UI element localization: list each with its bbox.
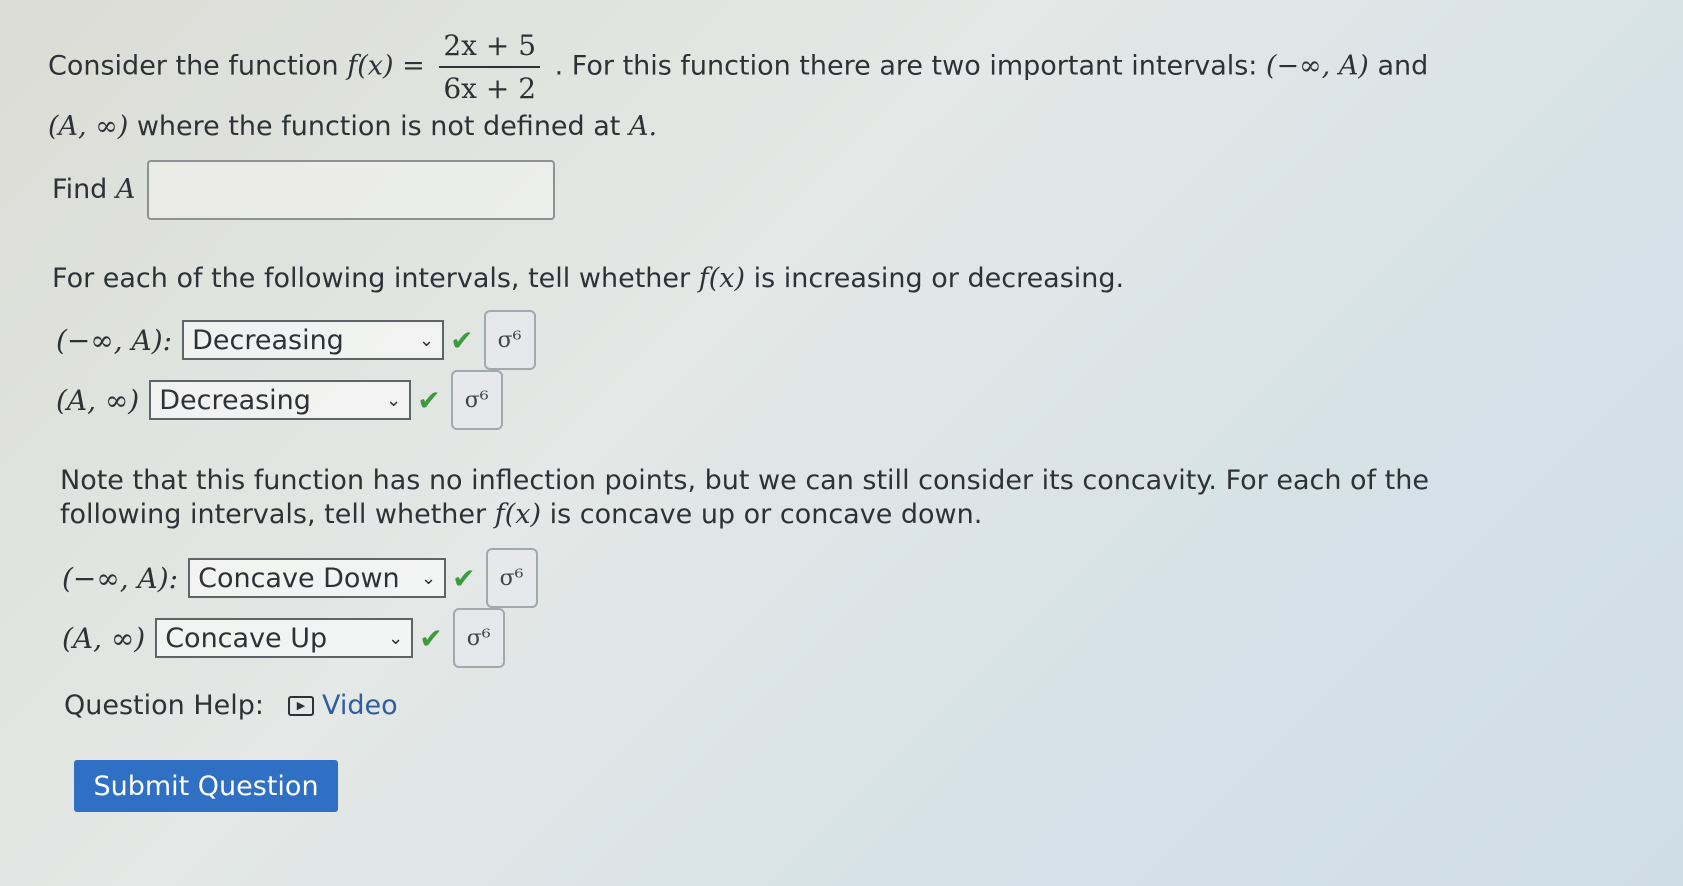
increasing-instruction: For each of the following intervals, tel… xyxy=(52,262,1124,296)
check-icon: ✔ xyxy=(452,561,476,595)
check-icon: ✔ xyxy=(417,383,441,417)
select-value: Decreasing xyxy=(159,384,311,416)
concavity-select-1[interactable]: Concave Down ⌄ xyxy=(188,558,447,598)
video-play-icon: ▶ xyxy=(288,695,314,716)
statement-prefix: Consider the function xyxy=(48,50,339,82)
concavity-line-2: following intervals, tell whether f(x) i… xyxy=(60,498,1620,532)
increasing-row-1: (−∞, A): Decreasing ⌄ ✔ σ⁶ xyxy=(56,310,536,370)
video-label: Video xyxy=(322,690,398,721)
concavity-select-2[interactable]: Concave Up ⌄ xyxy=(155,618,414,658)
function-fraction: 2x + 5 6x + 2 xyxy=(439,28,541,106)
concavity-line-2-post: is concave up or concave down. xyxy=(549,498,983,530)
increasing-instruction-pre: For each of the following intervals, tel… xyxy=(52,263,691,294)
find-variable: A xyxy=(115,174,136,206)
monotonic-select-2[interactable]: Decreasing ⌄ xyxy=(149,380,412,420)
graph-button[interactable]: σ⁶ xyxy=(450,370,503,430)
graph-button[interactable]: σ⁶ xyxy=(485,548,538,608)
function-notation: f(x) = xyxy=(347,50,425,82)
statement-line-2: (A, ∞) where the function is not defined… xyxy=(48,110,1588,144)
statement-suffix: where the function is not defined at xyxy=(136,111,621,142)
video-link[interactable]: ▶ Video xyxy=(288,690,398,721)
select-value: Concave Down xyxy=(198,562,400,594)
interval-label: (−∞, A): xyxy=(56,323,173,357)
increasing-fx: f(x) xyxy=(698,263,745,294)
submit-question-button[interactable]: Submit Question xyxy=(74,760,338,812)
help-label: Question Help: xyxy=(64,690,264,721)
sigma-icon: σ⁶ xyxy=(464,387,489,413)
chevron-down-icon: ⌄ xyxy=(421,567,437,589)
chevron-down-icon: ⌄ xyxy=(419,329,435,351)
statement-A: A. xyxy=(628,111,658,142)
sigma-icon: σ⁶ xyxy=(499,565,524,591)
statement-and: and xyxy=(1377,50,1429,82)
problem-statement: Consider the function f(x) = 2x + 5 6x +… xyxy=(48,28,1588,144)
interval-label: (A, ∞) xyxy=(56,383,140,417)
select-value: Concave Up xyxy=(165,622,328,654)
statement-middle: . For this function there are two import… xyxy=(554,50,1258,82)
sigma-icon: σ⁶ xyxy=(466,625,491,651)
graph-button[interactable]: σ⁶ xyxy=(483,310,536,370)
sigma-icon: σ⁶ xyxy=(497,327,522,353)
chevron-down-icon: ⌄ xyxy=(388,627,404,649)
graph-button[interactable]: σ⁶ xyxy=(452,608,505,668)
select-value: Decreasing xyxy=(192,324,344,356)
fraction-numerator: 2x + 5 xyxy=(439,28,541,68)
monotonic-select-1[interactable]: Decreasing ⌄ xyxy=(182,320,445,360)
interval-label: (A, ∞) xyxy=(62,621,146,655)
interval-right: (A, ∞) xyxy=(48,111,129,142)
concavity-fx: f(x) xyxy=(494,498,542,530)
concavity-instruction: Note that this function has no inflectio… xyxy=(60,464,1620,532)
statement-line-1: Consider the function f(x) = 2x + 5 6x +… xyxy=(48,28,1588,106)
increasing-instruction-post: is increasing or decreasing. xyxy=(753,263,1125,294)
concavity-line-1: Note that this function has no inflectio… xyxy=(60,465,1429,496)
interval-label: (−∞, A): xyxy=(62,561,179,595)
chevron-down-icon: ⌄ xyxy=(386,389,402,411)
play-glyph: ▶ xyxy=(296,699,306,712)
concavity-line-2-pre: following intervals, tell whether xyxy=(60,498,487,530)
concavity-row-2: (A, ∞) Concave Up ⌄ ✔ σ⁶ xyxy=(62,608,505,668)
interval-left: (−∞, A) xyxy=(1266,50,1369,82)
increasing-row-2: (A, ∞) Decreasing ⌄ ✔ σ⁶ xyxy=(56,370,503,430)
check-icon: ✔ xyxy=(419,621,443,655)
check-icon: ✔ xyxy=(450,323,474,357)
find-label: Find xyxy=(52,174,108,206)
question-help: Question Help: ▶ Video xyxy=(64,690,398,721)
find-A-row: Find A xyxy=(52,160,556,220)
answer-A-input[interactable] xyxy=(147,160,556,220)
fraction-denominator: 6x + 2 xyxy=(443,72,537,105)
concavity-row-1: (−∞, A): Concave Down ⌄ ✔ σ⁶ xyxy=(62,548,538,608)
